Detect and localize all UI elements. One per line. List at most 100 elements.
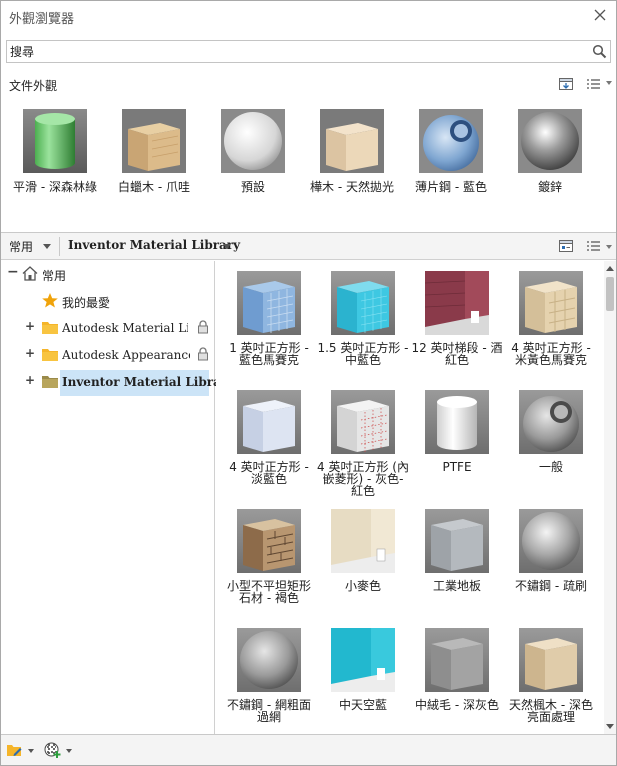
material-item[interactable]: PTFE	[411, 390, 503, 473]
scroll-down-icon[interactable]	[606, 724, 614, 729]
expand-icon[interactable]: +	[25, 374, 35, 386]
material-item[interactable]: 工業地板	[411, 509, 503, 592]
folder-icon	[42, 376, 58, 388]
material-label: PTFE	[442, 460, 472, 474]
document-appearance-item[interactable]: 樺木 - 天然拋光	[306, 109, 398, 194]
material-label: 4 英吋正方形 (內嵌菱形) - 灰色-紅色	[317, 460, 409, 498]
list-view-icon[interactable]	[586, 238, 602, 254]
search-input[interactable]	[10, 43, 580, 60]
material-item[interactable]: 小型不平坦矩形石材 - 褐色	[223, 509, 315, 604]
material-label: 小麥色	[344, 579, 381, 593]
list-view-dropdown-icon[interactable]	[606, 245, 612, 249]
birch-cube-thumbnail-icon	[320, 109, 384, 173]
document-appearance-item[interactable]: 預設	[207, 109, 299, 194]
folder-icon	[42, 349, 58, 361]
grey-red-tile-cube-thumbnail-icon	[331, 390, 395, 454]
display-options-icon[interactable]	[558, 76, 574, 92]
material-item[interactable]: 1.5 英吋正方形 - 中藍色	[317, 271, 409, 366]
sky-blue-wall-thumbnail-icon	[331, 628, 395, 692]
document-appearance-label: 薄片鋼 - 藍色	[415, 180, 487, 194]
library-tree: − 常用 我的最愛 + Autodesk Material Library	[1, 261, 234, 734]
stone-cube-thumbnail-icon	[237, 509, 301, 573]
cyan-tile-cube-thumbnail-icon	[331, 271, 395, 335]
tree-item-home[interactable]: − 常用	[1, 264, 215, 286]
display-options-icon[interactable]	[558, 238, 574, 254]
view-dropdown[interactable]: 常用	[9, 238, 33, 255]
document-appearance-item[interactable]: 鍍鋅	[504, 109, 596, 194]
blue-mosaic-cube-thumbnail-icon	[237, 271, 301, 335]
material-item[interactable]: 天然楓木 - 深色亮面處理	[505, 628, 597, 723]
material-label: 4 英吋正方形 - 淡藍色	[229, 460, 309, 486]
burgundy-wall-thumbnail-icon	[425, 271, 489, 335]
material-item[interactable]: 不鏽鋼 - 網粗面過網	[223, 628, 315, 723]
material-item[interactable]: 一般	[505, 390, 597, 473]
material-label: 1 英吋正方形 - 藍色馬賽克	[229, 341, 309, 367]
steel-sphere-thumbnail-icon	[519, 509, 583, 573]
tree-item-label: Inventor Material Library	[62, 375, 235, 389]
tree-item-autodesk-material-library[interactable]: + Autodesk Material Library	[1, 318, 215, 340]
material-grid: 1 英吋正方形 - 藍色馬賽克 1.5 英吋正方形 - 中藍色 12 英吋梯段 …	[216, 261, 604, 734]
search-box[interactable]	[6, 40, 611, 63]
light-blue-cube-thumbnail-icon	[237, 390, 301, 454]
manage-library-dropdown-icon[interactable]	[28, 749, 34, 753]
scroll-thumb[interactable]	[606, 277, 614, 311]
document-appearances-header: 文件外觀	[1, 69, 616, 99]
window-title: 外觀瀏覽器	[9, 12, 75, 27]
toolbar-separator	[59, 237, 60, 256]
steel-mesh-sphere-thumbnail-icon	[237, 628, 301, 692]
document-appearances-list: 平滑 - 深森林綠 白蠟木 - 爪哇 預設 樺木 - 天然拋光 薄片鋼 - 藍色…	[1, 99, 616, 229]
tree-item-label: 我的最愛	[62, 296, 111, 310]
ash-wood-cube-thumbnail-icon	[122, 109, 186, 173]
material-item[interactable]: 小麥色	[317, 509, 409, 592]
library-dropdown-arrow-icon[interactable]	[223, 244, 231, 249]
view-dropdown-arrow-icon[interactable]	[43, 244, 51, 249]
document-appearance-label: 樺木 - 天然拋光	[310, 180, 394, 194]
material-item[interactable]: 中絨毛 - 深灰色	[411, 628, 503, 711]
collapse-icon[interactable]: −	[7, 265, 19, 279]
grey-floor-cube-thumbnail-icon	[425, 509, 489, 573]
document-appearance-item[interactable]: 白蠟木 - 爪哇	[108, 109, 200, 194]
carpet-cube-thumbnail-icon	[425, 628, 489, 692]
material-item[interactable]: 中天空藍	[317, 628, 409, 711]
library-dropdown[interactable]: Inventor Material Library	[68, 238, 240, 252]
material-label: 一般	[538, 460, 563, 474]
list-view-dropdown-icon[interactable]	[606, 81, 612, 85]
manage-library-icon[interactable]	[6, 742, 23, 759]
maple-cube-thumbnail-icon	[519, 628, 583, 692]
material-item[interactable]: 1 英吋正方形 - 藍色馬賽克	[223, 271, 315, 366]
document-appearances-label: 文件外觀	[9, 79, 58, 93]
material-item[interactable]: 4 英吋正方形 - 淡藍色	[223, 390, 315, 485]
close-icon[interactable]	[592, 7, 608, 23]
material-label: 12 英吋梯段 - 酒紅色	[411, 341, 503, 367]
tree-item-favorites[interactable]: 我的最愛	[1, 291, 215, 313]
create-appearance-dropdown-icon[interactable]	[66, 749, 72, 753]
home-icon	[22, 266, 38, 281]
document-appearance-label: 平滑 - 深森林綠	[13, 180, 97, 194]
material-grid-scrollbar[interactable]	[604, 261, 616, 734]
lock-icon	[198, 320, 208, 334]
material-item[interactable]: 不鏽鋼 - 疏刷	[505, 509, 597, 592]
tree-item-autodesk-appearance-library[interactable]: + Autodesk Appearance Li···	[1, 345, 215, 367]
document-appearance-label: 預設	[240, 180, 265, 194]
material-label: 小型不平坦矩形石材 - 褐色	[226, 579, 311, 605]
green-cylinder-thumbnail-icon	[23, 109, 87, 173]
tree-item-inventor-material-library[interactable]: + Inventor Material Library	[1, 370, 234, 396]
create-appearance-icon[interactable]	[44, 742, 61, 759]
expand-icon[interactable]: +	[25, 347, 35, 359]
title-bar: 外觀瀏覽器	[1, 1, 616, 31]
document-appearances-panel: 文件外觀 平滑 - 深森林綠 白蠟木 - 爪哇 預設 樺木 - 天然拋光 薄片鋼…	[1, 69, 616, 231]
material-item[interactable]: 12 英吋梯段 - 酒紅色	[411, 271, 503, 366]
document-appearance-item[interactable]: 平滑 - 深森林綠	[9, 109, 101, 194]
grey-sphere-thumbnail-icon	[519, 390, 583, 454]
list-view-icon[interactable]	[586, 76, 602, 92]
search-icon[interactable]	[592, 44, 607, 59]
material-item[interactable]: 4 英吋正方形 (內嵌菱形) - 灰色-紅色	[317, 390, 409, 497]
material-label: 4 英吋正方形 - 米黃色馬賽克	[511, 341, 591, 367]
appearance-browser-window: 外觀瀏覽器 文件外觀	[0, 0, 617, 766]
expand-icon[interactable]: +	[25, 320, 35, 332]
document-appearance-item[interactable]: 薄片鋼 - 藍色	[405, 109, 497, 194]
galvanized-sphere-thumbnail-icon	[518, 109, 582, 173]
scroll-up-icon[interactable]	[606, 266, 614, 271]
tree-item-label: Autodesk Appearance Li···	[62, 348, 190, 362]
material-item[interactable]: 4 英吋正方形 - 米黃色馬賽克	[505, 271, 597, 366]
